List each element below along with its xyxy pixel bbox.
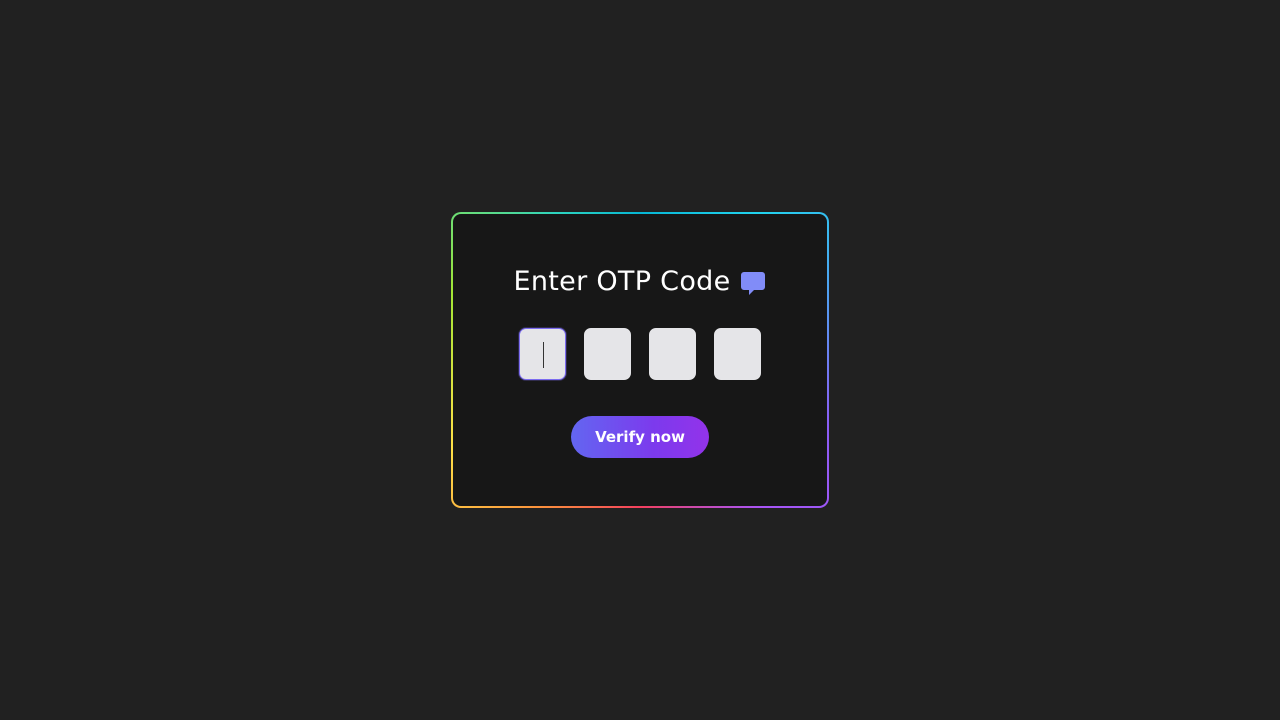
page-title: Enter OTP Code xyxy=(513,266,731,297)
verify-button[interactable]: Verify now xyxy=(571,416,709,458)
otp-digit-2[interactable] xyxy=(584,328,631,380)
chat-bubble-icon xyxy=(740,270,766,296)
otp-card-border: Enter OTP Code Verify now xyxy=(451,212,829,508)
otp-digit-3[interactable] xyxy=(649,328,696,380)
title-row: Enter OTP Code xyxy=(453,266,827,297)
otp-digit-1[interactable] xyxy=(519,328,566,380)
otp-card: Enter OTP Code Verify now xyxy=(453,214,827,506)
otp-inputs xyxy=(453,328,827,380)
otp-digit-4[interactable] xyxy=(714,328,761,380)
text-caret xyxy=(543,342,544,368)
